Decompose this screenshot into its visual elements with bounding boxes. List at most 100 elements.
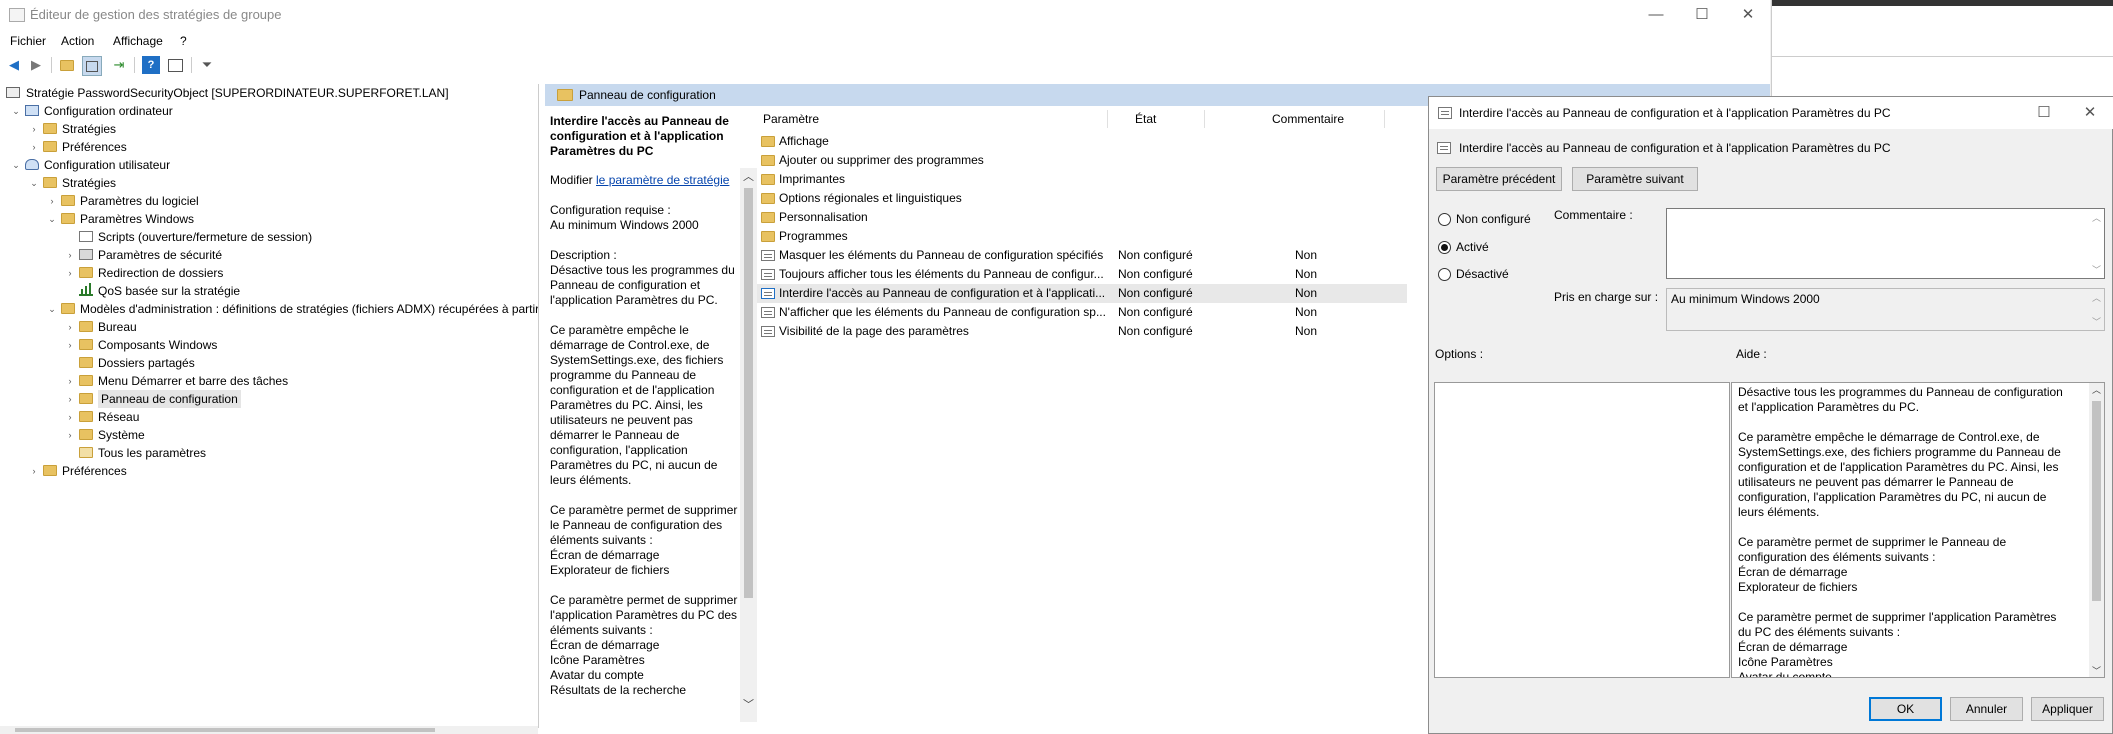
expand-icon[interactable]: › bbox=[28, 138, 40, 156]
list-item-name: Options régionales et linguistiques bbox=[779, 191, 962, 205]
edit-policy-link[interactable]: le paramètre de stratégie bbox=[596, 173, 729, 187]
minimize-button[interactable]: — bbox=[1633, 0, 1679, 30]
folder-icon bbox=[79, 267, 93, 278]
scroll-down-icon[interactable]: ﹀ bbox=[743, 696, 754, 712]
scroll-down-icon[interactable]: ﹀ bbox=[2092, 263, 2101, 276]
column-separator[interactable] bbox=[1384, 110, 1385, 128]
previous-setting-button[interactable]: Paramètre précédent bbox=[1436, 167, 1562, 191]
menu-bar: Fichier Action Affichage ? bbox=[0, 30, 1770, 52]
scroll-up-icon[interactable]: ︿ bbox=[2092, 211, 2101, 224]
dialog-maximize-button[interactable]: ☐ bbox=[2021, 98, 2067, 128]
help-scrollbar[interactable]: ︿ ﹀ bbox=[2089, 383, 2104, 677]
radio-enabled-label[interactable]: Activé bbox=[1456, 240, 1489, 254]
forward-arrow-icon[interactable]: ▶ bbox=[27, 56, 45, 74]
list-item-folder[interactable]: Programmes bbox=[757, 227, 1407, 246]
cancel-button[interactable]: Annuler bbox=[1950, 697, 2023, 721]
show-tree-icon[interactable] bbox=[82, 56, 102, 76]
expand-icon[interactable]: › bbox=[64, 336, 76, 354]
list-item-policy[interactable]: Masquer les éléments du Panneau de confi… bbox=[757, 246, 1407, 265]
scroll-thumb[interactable] bbox=[744, 188, 753, 598]
expand-icon[interactable]: › bbox=[28, 120, 40, 138]
ok-button[interactable]: OK bbox=[1869, 697, 1942, 721]
list-item-state: Non configuré bbox=[1118, 305, 1193, 319]
column-header-parametre[interactable]: Paramètre bbox=[763, 112, 819, 126]
list-item-folder[interactable]: Ajouter ou supprimer des programmes bbox=[757, 151, 1407, 170]
scroll-thumb[interactable] bbox=[2092, 401, 2101, 601]
list-item-folder[interactable]: Imprimantes bbox=[757, 170, 1407, 189]
scroll-up-icon[interactable]: ︿ bbox=[2092, 383, 2101, 396]
list-item-folder[interactable]: Affichage bbox=[757, 132, 1407, 151]
expand-icon[interactable]: › bbox=[64, 408, 76, 426]
list-item-name: Interdire l'accès au Panneau de configur… bbox=[779, 286, 1106, 300]
collapse-icon[interactable]: ⌄ bbox=[28, 174, 40, 192]
export-list-icon[interactable]: ⇥ bbox=[110, 56, 128, 74]
folder-icon bbox=[79, 411, 93, 422]
up-folder-icon[interactable] bbox=[58, 56, 76, 74]
comment-textarea[interactable]: ︿ ﹀ bbox=[1666, 208, 2105, 279]
menu-help[interactable]: ? bbox=[180, 34, 187, 48]
list-item-comment: Non bbox=[1295, 324, 1318, 338]
folder-icon bbox=[761, 174, 775, 185]
list-item-name: Masquer les éléments du Panneau de confi… bbox=[779, 248, 1104, 262]
scroll-down-icon[interactable]: ﹀ bbox=[2092, 664, 2101, 677]
scroll-up-icon[interactable]: ︿ bbox=[743, 168, 754, 184]
extended-description: Interdire l'accès au Panneau de configur… bbox=[545, 110, 740, 722]
policy-setting-icon bbox=[761, 250, 775, 261]
radio-disabled[interactable] bbox=[1438, 268, 1451, 281]
scroll-thumb[interactable] bbox=[15, 728, 435, 732]
security-icon bbox=[79, 249, 93, 260]
help-icon[interactable]: ? bbox=[142, 56, 160, 74]
description-scrollbar[interactable]: ︿ ﹀ bbox=[740, 168, 757, 722]
options-panel bbox=[1434, 382, 1730, 678]
collapse-icon[interactable]: ⌄ bbox=[10, 102, 22, 120]
close-button[interactable]: ✕ bbox=[1725, 0, 1771, 30]
collapse-icon[interactable]: ⌄ bbox=[46, 210, 58, 228]
next-setting-button[interactable]: Paramètre suivant bbox=[1572, 167, 1698, 191]
column-header-commentaire[interactable]: Commentaire bbox=[1272, 112, 1344, 126]
radio-disabled-label[interactable]: Désactivé bbox=[1456, 267, 1509, 281]
list-item-policy[interactable]: Visibilité de la page des paramètres Non… bbox=[757, 322, 1407, 341]
tree-node-label: Paramètres du logiciel bbox=[80, 194, 199, 208]
user-icon bbox=[25, 159, 39, 170]
collapse-icon[interactable]: ⌄ bbox=[10, 156, 22, 174]
list-item-folder[interactable]: Options régionales et linguistiques bbox=[757, 189, 1407, 208]
expand-icon[interactable]: › bbox=[64, 372, 76, 390]
tree-node-label: Composants Windows bbox=[98, 338, 218, 352]
filter-icon[interactable]: ⏷ bbox=[198, 56, 216, 74]
menu-fichier[interactable]: Fichier bbox=[10, 34, 46, 48]
list-item-policy-selected[interactable]: Interdire l'accès au Panneau de configur… bbox=[757, 284, 1407, 303]
modify-prefix: Modifier bbox=[550, 173, 597, 187]
list-item-folder[interactable]: Personnalisation bbox=[757, 208, 1407, 227]
back-arrow-icon[interactable]: ◀ bbox=[5, 56, 23, 74]
tree-horizontal-scrollbar[interactable] bbox=[0, 726, 538, 734]
properties-icon[interactable] bbox=[166, 56, 184, 74]
list-item-policy[interactable]: N'afficher que les éléments du Panneau d… bbox=[757, 303, 1407, 322]
scroll-up-icon[interactable]: ︿ bbox=[2092, 291, 2101, 304]
expand-icon[interactable]: › bbox=[64, 318, 76, 336]
expand-icon[interactable]: › bbox=[46, 192, 58, 210]
folder-icon bbox=[79, 357, 93, 368]
folder-icon bbox=[761, 212, 775, 223]
scroll-down-icon[interactable]: ﹀ bbox=[2092, 315, 2101, 328]
menu-action[interactable]: Action bbox=[61, 34, 94, 48]
dialog-close-button[interactable]: ✕ bbox=[2067, 98, 2113, 128]
menu-affichage[interactable]: Affichage bbox=[113, 34, 163, 48]
radio-not-configured-label[interactable]: Non configuré bbox=[1456, 212, 1531, 226]
maximize-button[interactable]: ☐ bbox=[1679, 0, 1725, 30]
radio-enabled[interactable] bbox=[1438, 241, 1451, 254]
expand-icon[interactable]: › bbox=[64, 390, 76, 408]
policy-setting-icon bbox=[1437, 142, 1451, 154]
folder-icon bbox=[761, 193, 775, 204]
column-header-etat[interactable]: État bbox=[1135, 112, 1156, 126]
list-item-policy[interactable]: Toujours afficher tous les éléments du P… bbox=[757, 265, 1407, 284]
expand-icon[interactable]: › bbox=[64, 246, 76, 264]
column-separator[interactable] bbox=[1107, 110, 1108, 128]
expand-icon[interactable]: › bbox=[28, 462, 40, 480]
radio-not-configured[interactable] bbox=[1438, 213, 1451, 226]
supported-on-label: Pris en charge sur : bbox=[1554, 290, 1659, 304]
collapse-icon[interactable]: ⌄ bbox=[46, 300, 58, 318]
expand-icon[interactable]: › bbox=[64, 264, 76, 282]
column-separator[interactable] bbox=[1204, 110, 1205, 128]
apply-button[interactable]: Appliquer bbox=[2031, 697, 2104, 721]
expand-icon[interactable]: › bbox=[64, 426, 76, 444]
